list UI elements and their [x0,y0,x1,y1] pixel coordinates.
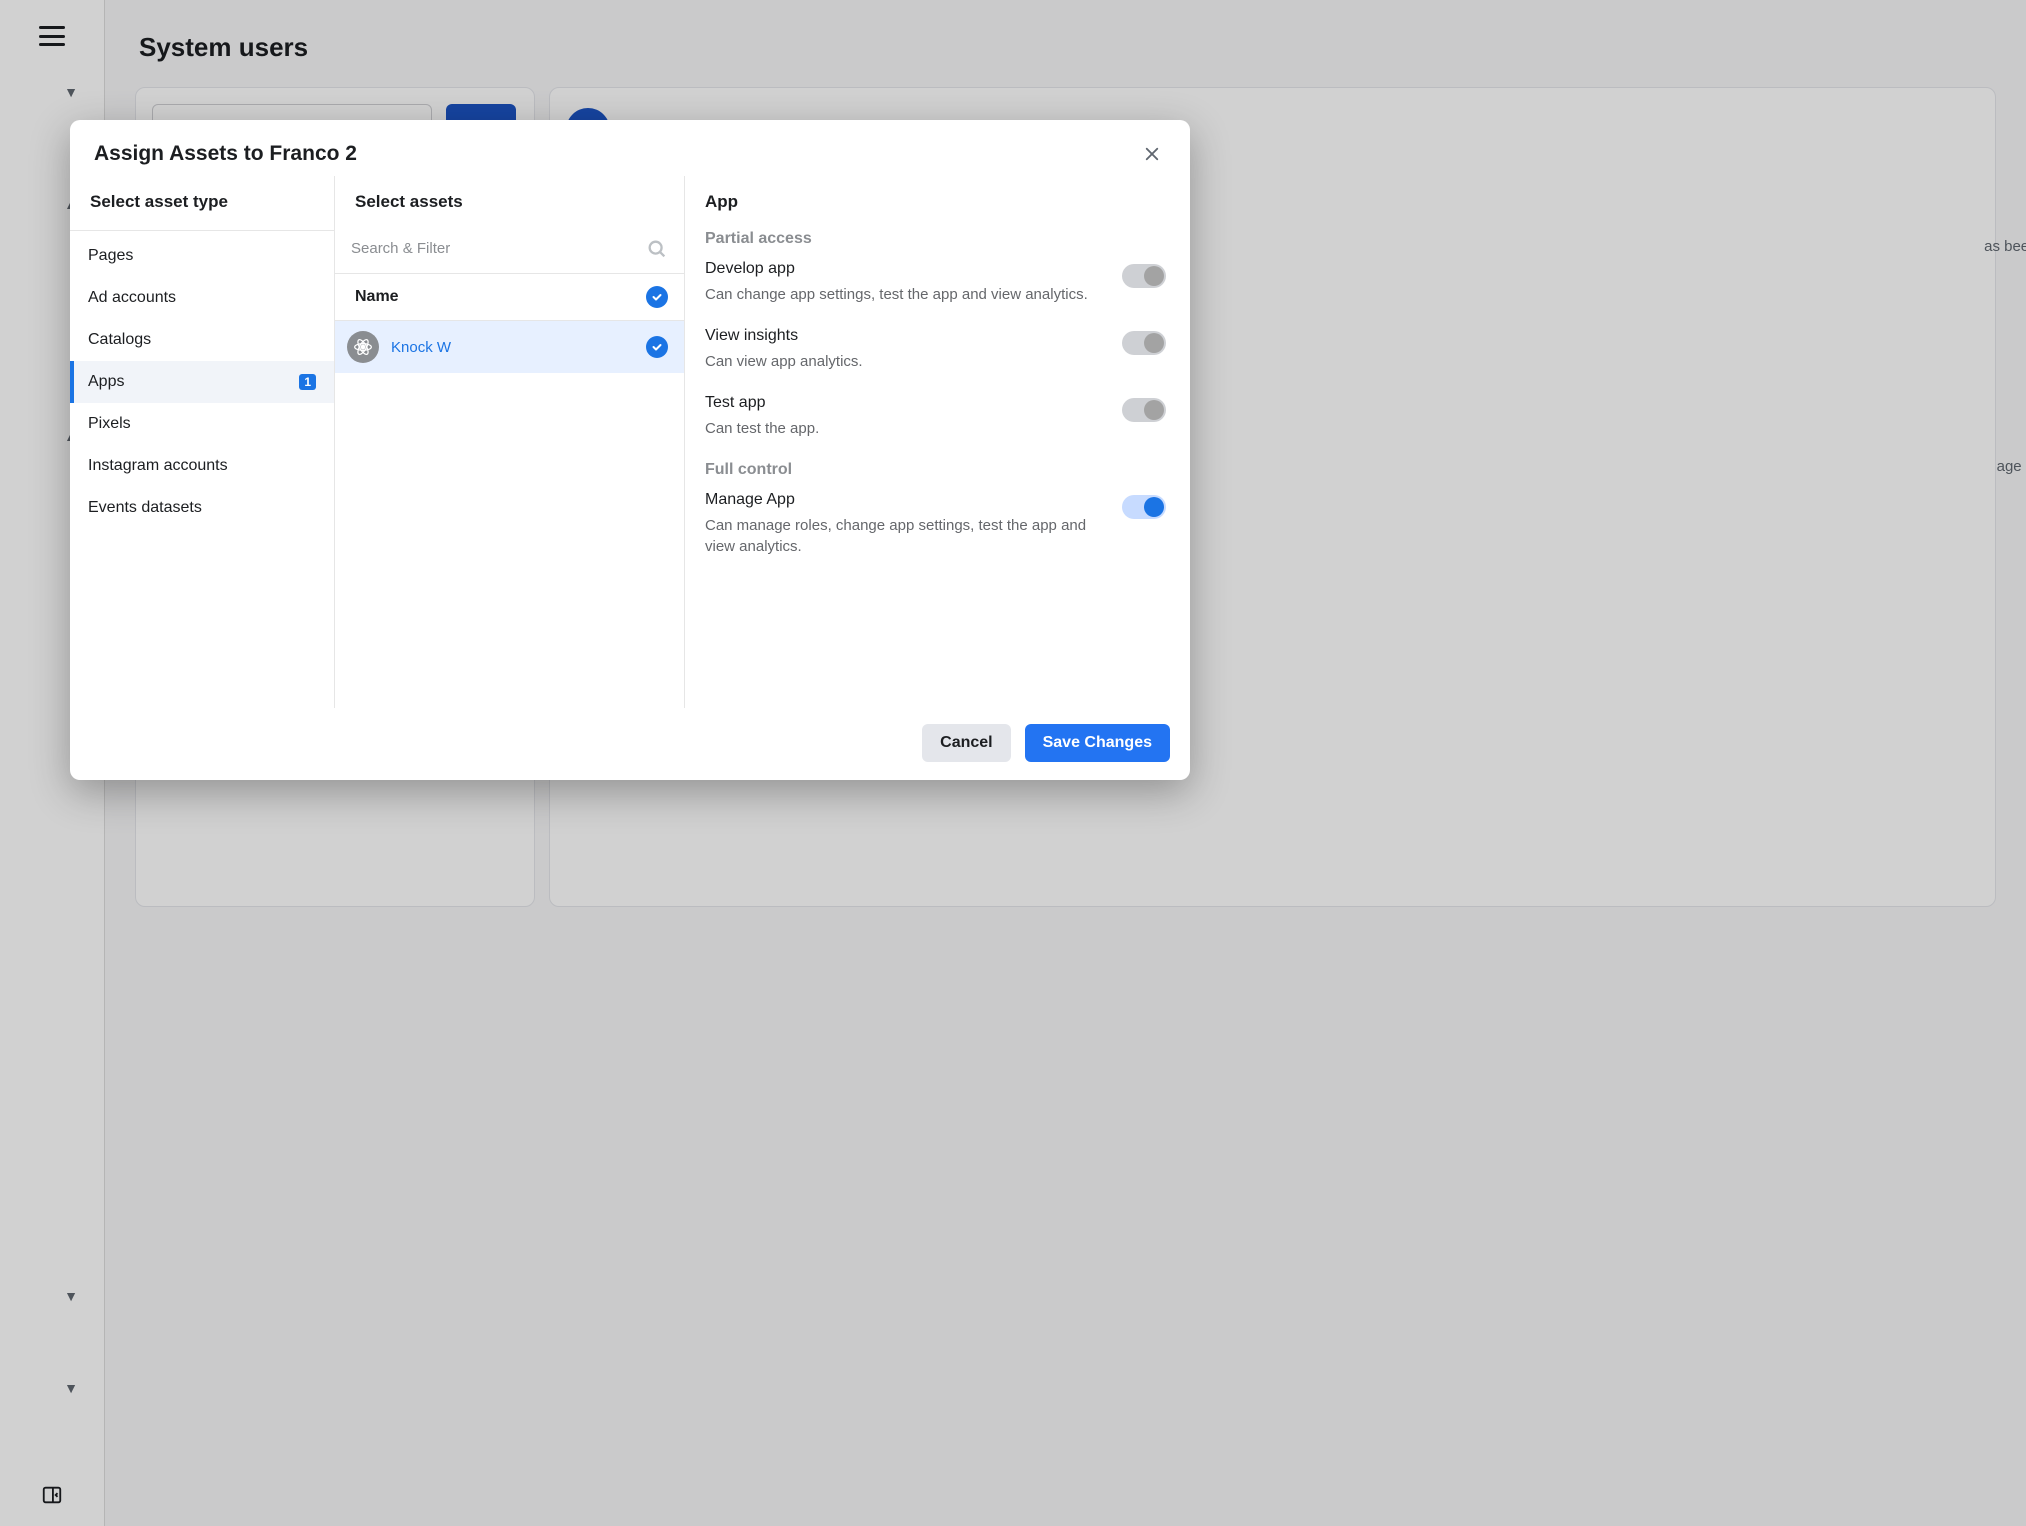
asset-type-label: Instagram accounts [88,457,228,475]
asset-type-pixels[interactable]: Pixels [70,403,334,445]
perm-manage-app: Manage App Can manage roles, change app … [705,491,1166,557]
asset-badge: 1 [299,374,316,390]
section-full-control: Full control [705,461,1166,479]
asset-type-events-datasets[interactable]: Events datasets [70,487,334,529]
toggle-test-app[interactable] [1122,398,1166,422]
toggle-view-insights[interactable] [1122,331,1166,355]
asset-type-header: Select asset type [70,176,334,231]
app-icon [347,331,379,363]
perm-desc: Can manage roles, change app settings, t… [705,515,1106,557]
asset-type-ad-accounts[interactable]: Ad accounts [70,277,334,319]
perm-desc: Can change app settings, test the app an… [705,284,1106,305]
save-changes-button[interactable]: Save Changes [1025,724,1170,762]
modal-title: Assign Assets to Franco 2 [94,142,1138,166]
asset-row[interactable]: Knock W [335,321,684,373]
perm-title: Develop app [705,260,1106,278]
asset-name: Knock W [391,339,634,356]
section-partial-access: Partial access [705,230,1166,248]
assign-assets-modal: Assign Assets to Franco 2 Select asset t… [70,120,1190,780]
perm-title: Test app [705,394,1106,412]
close-button[interactable] [1138,140,1166,168]
asset-list-header-row[interactable]: Name [335,274,684,321]
search-icon [646,238,668,260]
asset-type-label: Ad accounts [88,289,176,307]
perm-title: View insights [705,327,1106,345]
asset-type-instagram[interactable]: Instagram accounts [70,445,334,487]
asset-type-pages[interactable]: Pages [70,235,334,277]
asset-search-input[interactable] [351,232,646,265]
asset-type-label: Apps [88,373,124,391]
perm-desc: Can test the app. [705,418,1106,439]
perm-title: Manage App [705,491,1106,509]
asset-type-label: Events datasets [88,499,202,517]
perm-view-insights: View insights Can view app analytics. [705,327,1166,372]
permissions-title: App [705,192,1166,212]
asset-checkbox[interactable] [646,336,668,358]
perm-desc: Can view app analytics. [705,351,1106,372]
select-assets-header: Select assets [335,176,684,224]
cancel-button[interactable]: Cancel [922,724,1010,762]
perm-test-app: Test app Can test the app. [705,394,1166,439]
asset-type-apps[interactable]: Apps 1 [70,361,334,403]
asset-type-label: Pages [88,247,133,265]
name-column-header: Name [355,288,646,306]
asset-type-label: Pixels [88,415,131,433]
toggle-manage-app[interactable] [1122,495,1166,519]
asset-type-label: Catalogs [88,331,151,349]
asset-type-catalogs[interactable]: Catalogs [70,319,334,361]
toggle-develop-app[interactable] [1122,264,1166,288]
asset-type-list: Pages Ad accounts Catalogs Apps 1 Pixels… [70,231,334,529]
select-all-checkbox[interactable] [646,286,668,308]
perm-develop-app: Develop app Can change app settings, tes… [705,260,1166,305]
